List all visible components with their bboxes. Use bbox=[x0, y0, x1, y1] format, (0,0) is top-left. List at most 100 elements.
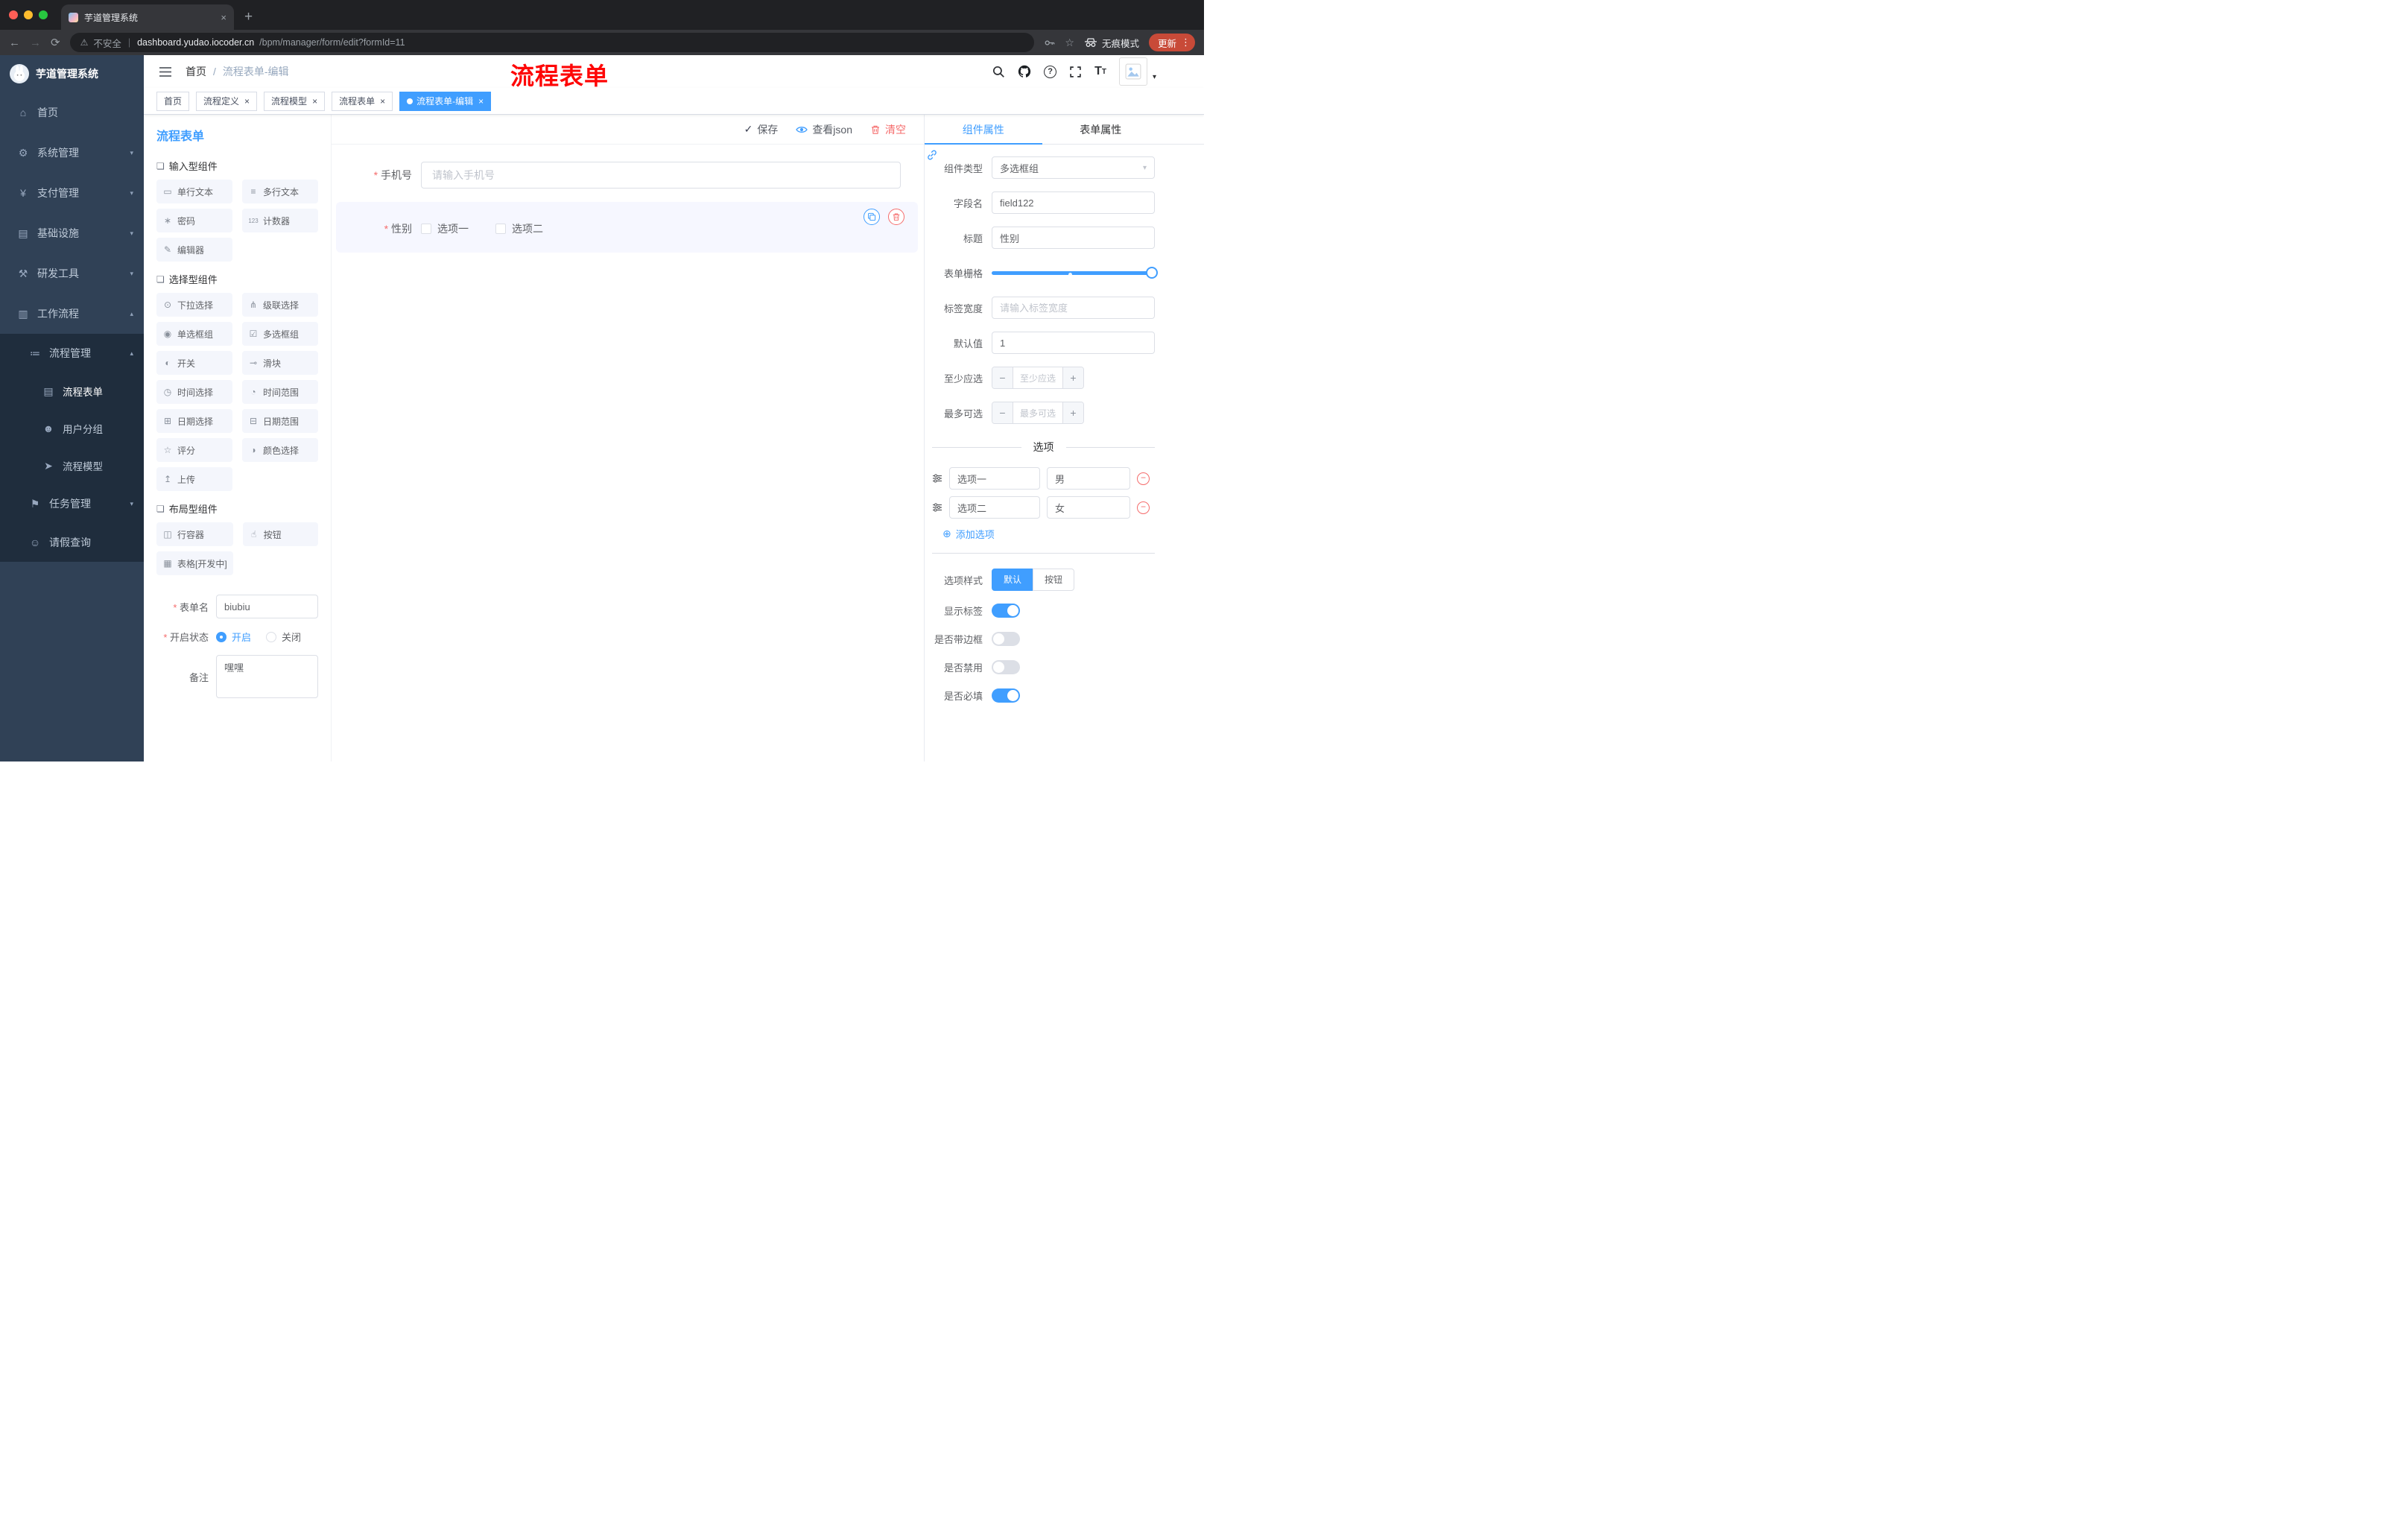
label-width-input[interactable] bbox=[992, 297, 1155, 319]
chip-textarea[interactable]: ≡ 多行文本 bbox=[242, 180, 318, 203]
chip-input-text[interactable]: ▭ 单行文本 bbox=[156, 180, 232, 203]
minus-button[interactable]: − bbox=[992, 367, 1013, 388]
window-minimize-button[interactable] bbox=[24, 10, 33, 19]
tag-process-model[interactable]: 流程模型 × bbox=[264, 91, 326, 111]
minus-button[interactable]: − bbox=[992, 402, 1013, 423]
avatar[interactable] bbox=[1118, 57, 1147, 86]
search-icon[interactable] bbox=[992, 66, 1005, 78]
hamburger-icon[interactable] bbox=[159, 66, 172, 77]
sidebar-item-payment[interactable]: ¥ 支付管理 ▾ bbox=[0, 173, 144, 213]
browser-menu-icon[interactable]: ⋮ bbox=[1181, 37, 1191, 48]
view-json-button[interactable]: 查看json bbox=[796, 122, 852, 137]
chip-password[interactable]: ∗ 密码 bbox=[156, 209, 232, 232]
option-1-name-input[interactable] bbox=[949, 467, 1040, 490]
chip-slider[interactable]: ⊸ 滑块 bbox=[242, 351, 318, 375]
reload-icon[interactable]: ⟳ bbox=[51, 36, 60, 49]
key-icon[interactable] bbox=[1044, 37, 1055, 48]
status-off-radio[interactable]: 关闭 bbox=[266, 630, 301, 644]
sidebar-item-process-form[interactable]: ▤ 流程表单 bbox=[0, 373, 144, 410]
forward-icon[interactable]: → bbox=[30, 37, 41, 49]
window-zoom-button[interactable] bbox=[39, 10, 48, 19]
style-button-button[interactable]: 按钮 bbox=[1033, 569, 1075, 591]
plus-button[interactable]: + bbox=[1062, 402, 1083, 423]
form-name-input[interactable] bbox=[216, 595, 318, 618]
chip-radio-group[interactable]: ◉ 单选框组 bbox=[156, 322, 232, 346]
status-on-radio[interactable]: 开启 bbox=[216, 630, 251, 644]
sidebar-item-task-management[interactable]: ⚑ 任务管理 ▾ bbox=[0, 484, 144, 523]
slider-track[interactable] bbox=[992, 271, 1155, 275]
component-type-select[interactable]: 多选框组 ▾ bbox=[992, 156, 1155, 179]
grid-slider[interactable] bbox=[992, 262, 1158, 284]
slider-handle[interactable] bbox=[1146, 267, 1158, 279]
chip-date-range[interactable]: ⊟ 日期范围 bbox=[242, 409, 318, 433]
new-tab-button[interactable]: + bbox=[244, 9, 253, 25]
breadcrumb-home[interactable]: 首页 bbox=[186, 64, 206, 79]
tag-close-icon[interactable]: × bbox=[312, 96, 317, 107]
tab-form-props[interactable]: 表单属性 bbox=[1042, 115, 1160, 144]
chip-color-picker[interactable]: ◑ 颜色选择 bbox=[242, 438, 318, 462]
drag-handle-icon[interactable] bbox=[932, 473, 942, 484]
gender-field-item[interactable]: 性别 选项一 选项二 bbox=[336, 202, 918, 253]
copy-component-button[interactable] bbox=[864, 209, 880, 225]
tag-home[interactable]: 首页 bbox=[156, 91, 190, 111]
option-1-value-input[interactable] bbox=[1047, 467, 1130, 490]
clear-button[interactable]: 清空 bbox=[870, 122, 906, 137]
chip-cascader[interactable]: ⋔ 级联选择 bbox=[242, 293, 318, 317]
required-toggle[interactable] bbox=[992, 688, 1020, 703]
show-label-toggle[interactable] bbox=[992, 604, 1020, 618]
sidebar-item-infrastructure[interactable]: ▤ 基础设施 ▾ bbox=[0, 213, 144, 253]
window-close-button[interactable] bbox=[9, 10, 18, 19]
bookmark-star-icon[interactable]: ☆ bbox=[1065, 37, 1074, 49]
tag-process-form[interactable]: 流程表单 × bbox=[332, 91, 393, 111]
remove-option-icon[interactable]: − bbox=[1137, 501, 1150, 514]
font-size-icon[interactable]: TT bbox=[1094, 65, 1106, 78]
update-button[interactable]: 更新 ⋮ bbox=[1148, 34, 1195, 51]
chip-time-range[interactable]: ◔ 时间范围 bbox=[242, 380, 318, 404]
remark-textarea[interactable]: 嘿嘿 bbox=[216, 655, 318, 698]
chip-rate[interactable]: ☆ 评分 bbox=[156, 438, 232, 462]
github-icon[interactable] bbox=[1018, 65, 1031, 78]
url-bar[interactable]: ⚠ 不安全 | dashboard.yudao.iocoder.cn/bpm/m… bbox=[69, 33, 1035, 52]
tag-close-icon[interactable]: × bbox=[244, 96, 250, 107]
chip-date-picker[interactable]: ⊞ 日期选择 bbox=[156, 409, 232, 433]
max-select-value[interactable]: 最多可选 bbox=[1013, 402, 1062, 423]
canvas-body[interactable]: 手机号 bbox=[332, 145, 924, 762]
tag-process-definition[interactable]: 流程定义 × bbox=[196, 91, 258, 111]
disabled-toggle[interactable] bbox=[992, 660, 1020, 674]
sidebar-item-leave-query[interactable]: ☺ 请假查询 bbox=[0, 523, 144, 562]
chip-checkbox-group[interactable]: ☑ 多选框组 bbox=[242, 322, 318, 346]
title-input[interactable] bbox=[992, 227, 1155, 249]
option-2-value-input[interactable] bbox=[1047, 496, 1130, 519]
style-default-button[interactable]: 默认 bbox=[992, 569, 1034, 591]
chip-upload[interactable]: ↥ 上传 bbox=[156, 467, 232, 491]
option-2-name-input[interactable] bbox=[949, 496, 1040, 519]
caret-down-icon[interactable]: ▾ bbox=[1153, 73, 1156, 81]
chip-counter[interactable]: 123 计数器 bbox=[242, 209, 318, 232]
min-select-value[interactable]: 至少应选 bbox=[1013, 367, 1062, 388]
chip-button[interactable]: ☝ 按钮 bbox=[242, 522, 318, 546]
sidebar-item-devtools[interactable]: ⚒ 研发工具 ▾ bbox=[0, 253, 144, 294]
sidebar-item-user-group[interactable]: ☻ 用户分组 bbox=[0, 410, 144, 447]
add-option-button[interactable]: ⊕ 添加选项 bbox=[942, 527, 1155, 541]
chip-switch[interactable]: ◐ 开关 bbox=[156, 351, 232, 375]
chip-select[interactable]: ⊙ 下拉选择 bbox=[156, 293, 232, 317]
tab-component-props[interactable]: 组件属性 bbox=[925, 115, 1042, 145]
sidebar-item-system[interactable]: ⚙ 系统管理 ▾ bbox=[0, 133, 144, 173]
back-icon[interactable]: ← bbox=[9, 37, 20, 49]
tag-close-icon[interactable]: × bbox=[478, 96, 484, 107]
chip-time-picker[interactable]: ◷ 时间选择 bbox=[156, 380, 232, 404]
link-icon[interactable] bbox=[926, 149, 938, 163]
phone-field-item[interactable]: 手机号 bbox=[342, 154, 913, 196]
gender-option-1-checkbox[interactable]: 选项一 bbox=[421, 221, 469, 236]
delete-component-button[interactable] bbox=[888, 209, 904, 225]
chip-row-container[interactable]: ◫ 行容器 bbox=[156, 522, 233, 546]
sidebar-item-process-model[interactable]: ➤ 流程模型 bbox=[0, 447, 144, 484]
fullscreen-icon[interactable] bbox=[1069, 66, 1082, 78]
gender-option-2-checkbox[interactable]: 选项二 bbox=[495, 221, 543, 236]
tab-close-icon[interactable]: × bbox=[221, 12, 226, 23]
border-toggle[interactable] bbox=[992, 632, 1020, 646]
tag-process-form-edit[interactable]: 流程表单-编辑 × bbox=[399, 91, 492, 111]
sidebar-item-home[interactable]: ⌂ 首页 bbox=[0, 92, 144, 133]
browser-tab[interactable]: 芋道管理系统 × bbox=[61, 4, 234, 30]
drag-handle-icon[interactable] bbox=[932, 502, 942, 513]
